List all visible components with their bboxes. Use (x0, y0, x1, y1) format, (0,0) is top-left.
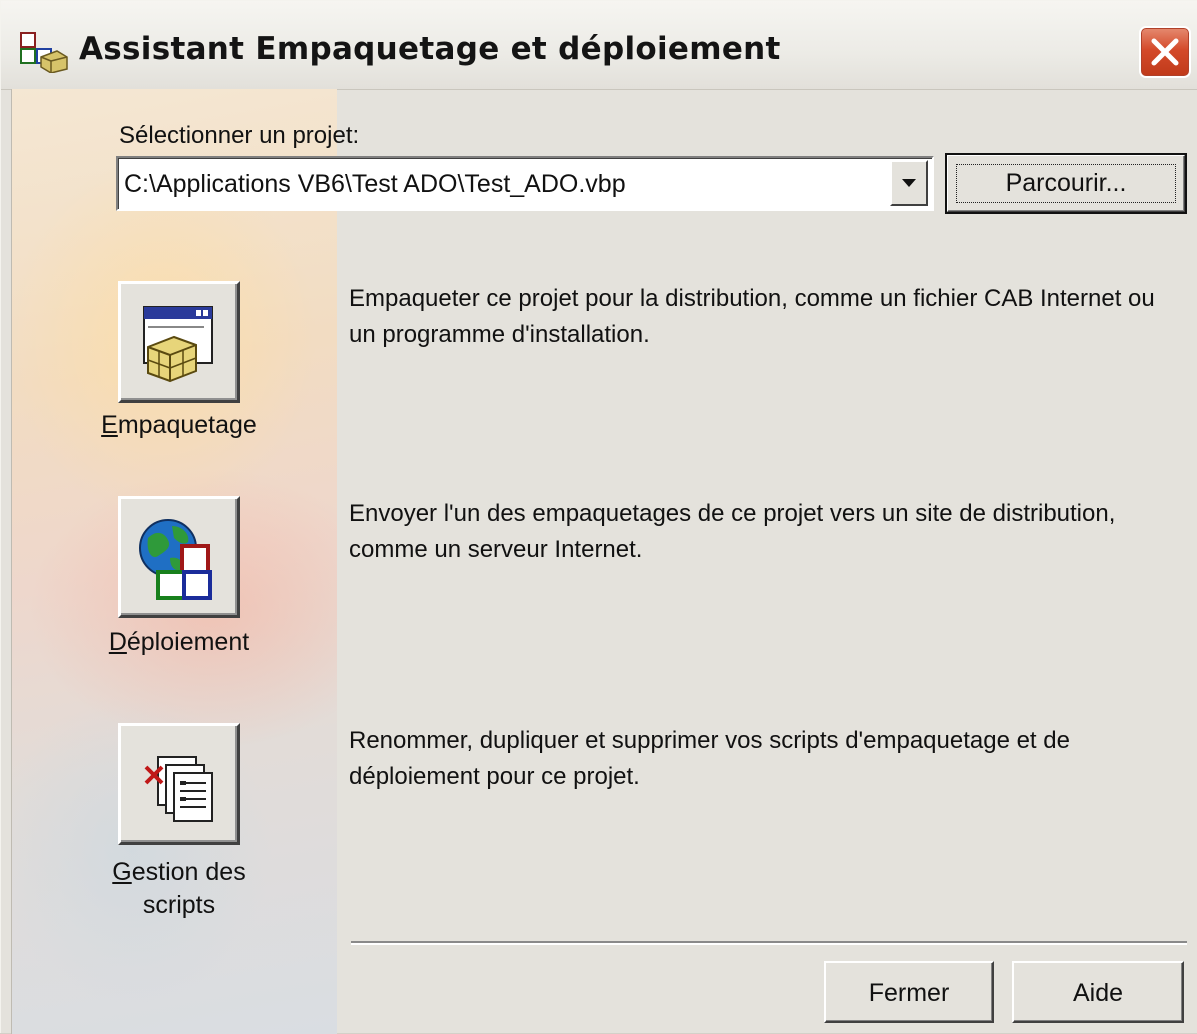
package-button[interactable] (118, 281, 240, 403)
help-button-label: Aide (1072, 979, 1124, 1007)
window-title: Assistant Empaquetage et déploiement (79, 31, 781, 67)
package-description: Empaqueter ce projet pour la distributio… (349, 285, 1155, 348)
close-dialog-button[interactable]: Fermer (824, 961, 994, 1023)
browse-button-label: Parcourir... (1005, 169, 1127, 197)
project-path-value[interactable]: C:\Applications VB6\Test ADO\Test_ADO.vb… (124, 170, 626, 199)
manage-scripts-label[interactable]: Gestion des scripts (61, 856, 297, 922)
help-button[interactable]: Aide (1012, 961, 1184, 1023)
browse-button[interactable]: Parcourir... (945, 153, 1187, 214)
close-icon (1151, 38, 1179, 66)
footer-separator (351, 941, 1187, 945)
manage-scripts-description: Renommer, dupliquer et supprimer vos scr… (349, 727, 1070, 790)
chevron-down-icon (902, 179, 916, 187)
deploy-label[interactable]: Déploiement (61, 628, 297, 657)
deploy-globe-icon (139, 519, 212, 600)
deploy-description: Envoyer l'un des empaquetages de ce proj… (349, 500, 1116, 563)
wizard-window: Assistant Empaquetage et déploiement Sél… (0, 0, 1197, 1034)
manage-scripts-icon (144, 756, 213, 822)
package-wizard-icon (19, 31, 69, 74)
deploy-button[interactable] (118, 496, 240, 618)
package-label[interactable]: Empaquetage (61, 411, 297, 440)
close-button[interactable] (1139, 26, 1191, 78)
manage-scripts-button[interactable] (118, 723, 240, 845)
close-dialog-button-label: Fermer (868, 979, 950, 1007)
combo-dropdown-button[interactable] (890, 160, 928, 206)
project-label: Sélectionner un projet: (119, 122, 360, 149)
package-icon (143, 306, 213, 383)
project-combobox[interactable]: C:\Applications VB6\Test ADO\Test_ADO.vb… (116, 156, 934, 211)
title-bar[interactable]: Assistant Empaquetage et déploiement (1, 1, 1197, 90)
